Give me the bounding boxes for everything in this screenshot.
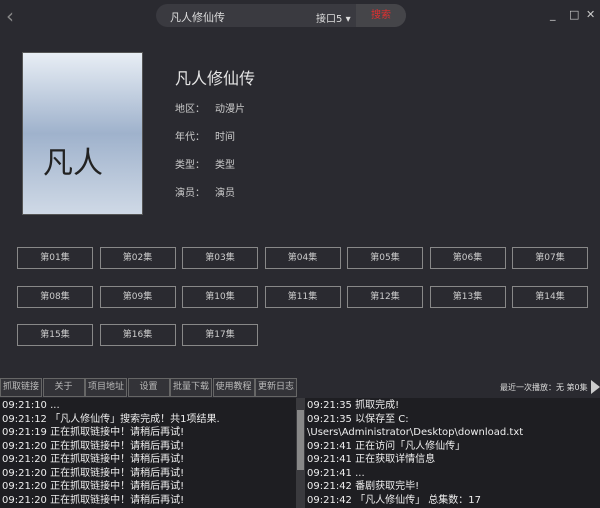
interface-select[interactable]: 接口5 ▾ [316,10,351,25]
info-label: 年代： [175,132,205,143]
info-row: 演员： 演员 [175,184,245,199]
back-icon[interactable]: ‹ [6,4,14,28]
toolbar-button[interactable]: 批量下载 [170,378,212,397]
info-value: 演员 [215,188,235,199]
toolbar-button[interactable]: 更新日志 [255,378,297,397]
poster-image: 凡人 [22,52,143,215]
close-icon[interactable]: ✕ [586,8,595,21]
info-row: 地区： 动漫片 [175,100,255,115]
log-line: 09:21:41 正在访问「凡人修仙传」 [307,440,466,452]
episode-button[interactable]: 第14集 [512,285,588,308]
video-title: 凡人修仙传 [175,69,256,88]
episode-button[interactable]: 第09集 [99,285,176,308]
log-line: \Users\Administrator\Desktop\download.tx… [307,427,524,438]
info-row: 年代： 时间 [175,128,245,143]
log-line: 09:21:10 ... [2,400,60,411]
info-value: 动漫片 [215,104,245,115]
log-line: 09:21:20 正在抓取链接中！请稍后再试! [2,481,185,492]
log-line: 09:21:20 正在抓取链接中！请稍后再试! [2,494,185,506]
search-button[interactable]: 搜索 [356,4,406,27]
log-line: 09:21:19 正在抓取链接中！请稍后再试! [2,427,185,438]
toolbar-button[interactable]: 使用教程 [212,378,255,397]
toolbar-button[interactable]: 设置 [127,378,170,397]
toolbar-button[interactable]: 关于 [42,378,85,397]
chevron-down-icon: ▾ [345,14,351,25]
log-line: 09:21:20 正在抓取链接中！请稍后再试! [2,440,185,452]
log-line: 09:21:41 ... [307,467,365,479]
info-label: 类型： [175,160,205,171]
episode-button[interactable]: 第05集 [347,247,423,269]
info-value: 时间 [215,132,235,143]
episode-button[interactable]: 第01集 [17,247,93,269]
toolbar-button[interactable]: 项目地址 [85,378,127,397]
play-icon[interactable] [591,380,600,394]
log-line: 09:21:41 正在获取详情信息 [307,454,436,465]
toolbar-button[interactable]: 抓取链接 [0,378,42,397]
episode-button[interactable]: 第03集 [182,247,258,269]
episode-button[interactable]: 第10集 [182,285,258,308]
log-line: 09:21:20 正在抓取链接中！请稍后再试! [2,454,185,465]
poster-logo: 凡人 [43,146,103,181]
log-right: 09:21:35 抓取完成! 09:21:35 以保存至 C: \Users\Adm… [305,398,600,508]
episode-button[interactable]: 第02集 [99,247,176,269]
log-left: 09:21:10 ... 09:21:12 「凡人修仙传」搜索完成！共1项结果. 0… [0,398,296,508]
interface-label: 接口5 [316,14,343,25]
last-played-status: 最近一次播放：无 第0集 [500,383,588,392]
info-label: 地区： [175,104,205,115]
scrollbar-thumb[interactable] [297,410,304,470]
info-row: 类型： 类型 [175,156,245,171]
log-line: 09:21:35 以保存至 C: [307,413,409,425]
log-line: 09:21:35 抓取完成! [307,400,400,411]
episode-button[interactable]: 第12集 [347,285,423,308]
search-input[interactable]: 凡人修仙传 [170,9,225,25]
episode-button[interactable]: 第08集 [17,285,93,308]
episode-button[interactable]: 第07集 [512,247,588,269]
log-line: 09:21:12 「凡人修仙传」搜索完成！共1项结果. [2,413,220,425]
info-value: 类型 [215,160,235,171]
episode-button[interactable]: 第11集 [264,285,341,308]
minimize-icon[interactable]: _ [550,8,556,21]
log-line: 09:21:42 番剧获取完毕! [307,481,420,492]
episode-button[interactable]: 第06集 [429,247,506,269]
maximize-icon[interactable]: □ [569,8,579,21]
episode-button[interactable]: 第15集 [17,324,93,346]
episode-button[interactable]: 第16集 [99,324,176,346]
episode-button[interactable]: 第13集 [429,285,506,308]
log-line: 09:21:42 「凡人修仙传」 总集数：17 [307,494,481,506]
info-label: 演员： [175,188,205,199]
episode-button[interactable]: 第04集 [264,247,341,269]
episode-button[interactable]: 第17集 [182,324,258,346]
search-bar: 凡人修仙传 接口5 ▾ 搜索 [156,4,406,27]
log-line: 09:21:20 正在抓取链接中！请稍后再试! [2,467,185,479]
